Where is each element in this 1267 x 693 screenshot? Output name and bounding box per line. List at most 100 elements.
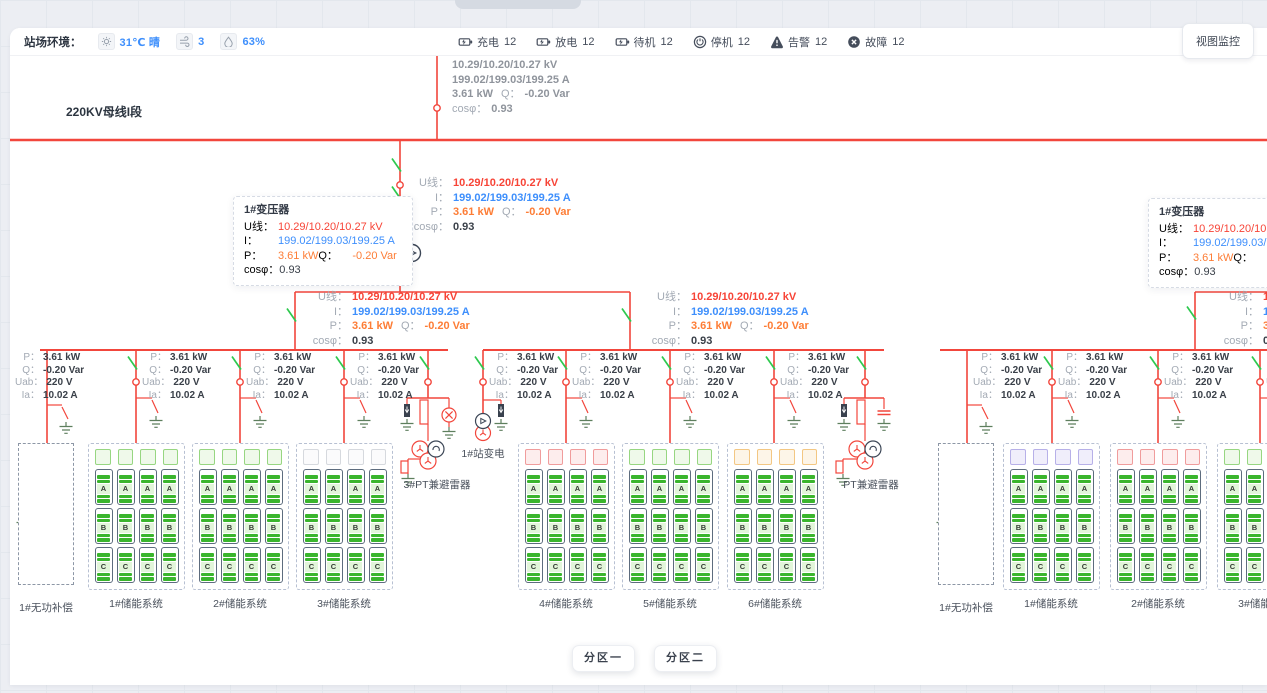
battery-rack-row: CCCC (197, 547, 284, 583)
battery-rack: C (95, 547, 113, 583)
rack-letter: A (223, 484, 236, 494)
value-text: P： (412, 205, 449, 220)
legend-shutdown[interactable]: 停机12 (693, 34, 750, 50)
station-transformer-icon[interactable] (476, 414, 491, 441)
rack-letter: C (653, 562, 666, 572)
value-text: Q： (780, 365, 805, 378)
legend-charge[interactable]: 充电12 (458, 34, 516, 50)
battery-rack: B (1010, 508, 1028, 544)
storage-system[interactable]: AAAABBBBCCCC (192, 443, 289, 590)
value-text: -0.20 Var (1001, 365, 1042, 378)
storage-system[interactable]: AAAABBBBCCCC (727, 443, 824, 590)
value-text: -0.20 Var (517, 365, 558, 378)
junction-node (667, 379, 673, 385)
value-text: U线： (412, 176, 449, 191)
rack-letter: A (97, 484, 110, 494)
storage-system-label: 1#储能系统 (109, 596, 163, 611)
value-text: Uab： (1058, 377, 1086, 390)
value-text: Uab： (15, 377, 43, 390)
storage-system[interactable]: AAAABBBBCCCC (1110, 443, 1207, 590)
storage-system[interactable]: AAAABBBBCCCC (1217, 443, 1267, 590)
pcs-status-row (1224, 449, 1267, 465)
env-title: 站场环境： (24, 34, 82, 50)
arrester-icon (841, 404, 847, 417)
ground-icon (254, 416, 267, 427)
reactive-compensation-box[interactable] (18, 443, 74, 585)
value-text: -0.20 Var (43, 365, 84, 378)
pcs-status-square (548, 449, 564, 465)
storage-system[interactable]: AAAABBBBCCCC (518, 443, 615, 590)
rack-letter: B (571, 523, 584, 533)
legend-discharge[interactable]: 放电12 (536, 34, 594, 50)
battery-rack: C (525, 547, 543, 583)
storage-system[interactable]: AAAABBBBCCCC (296, 443, 393, 590)
storage-system-label: 3#储能系统 (317, 596, 371, 611)
pcs-status-square (593, 449, 609, 465)
legend-alarm[interactable]: 告警12 (770, 34, 827, 50)
pcs-status-square (1247, 449, 1263, 465)
storage-system[interactable]: AAAABBBBCCCC (622, 443, 719, 590)
battery-rack: C (221, 547, 239, 583)
reactive-compensation-box[interactable] (938, 443, 994, 585)
value-text: P： (780, 352, 805, 365)
battery-rack: A (161, 469, 179, 505)
rack-letter: C (780, 562, 793, 572)
battery-rack: C (1032, 547, 1050, 583)
value-text: cosφ： (650, 334, 687, 349)
battery-rack: A (569, 469, 587, 505)
rack-letter: B (349, 523, 362, 533)
value-text: cosφ： (244, 263, 279, 278)
value-text: -0.20 Var (764, 319, 809, 334)
value-text: 220 V (1004, 377, 1030, 390)
value-text: P： (15, 352, 40, 365)
sun-icon (98, 33, 115, 50)
value-text: Ia： (1058, 390, 1083, 403)
value-text: 10.29/10.20/10.27 kV (352, 290, 457, 305)
storage-system[interactable]: AAAABBBBCCCC (1003, 443, 1100, 590)
battery-rack: A (629, 469, 647, 505)
rack-letter: A (758, 484, 771, 494)
value-text: 10.29/10.20/10.27 kV (452, 58, 557, 73)
battery-rack: A (525, 469, 543, 505)
ground-icon (401, 419, 414, 430)
view-monitor-button[interactable]: 视图监控 (1182, 23, 1254, 59)
value-text: U线： (650, 290, 687, 305)
battery-rack-row: BBBB (732, 508, 819, 544)
legend-standby[interactable]: 待机12 (615, 34, 673, 50)
value-text: I： (650, 305, 687, 320)
browser-tab-artifact (455, 0, 581, 9)
battery-rack: A (303, 469, 321, 505)
storage-system[interactable]: AAAABBBBCCCC (88, 443, 185, 590)
battery-rack: C (1224, 547, 1242, 583)
value-text: 10.29/10.20/10.27 kV (1263, 290, 1267, 305)
rack-letter: A (593, 484, 606, 494)
legend-fault[interactable]: 故障12 (847, 34, 904, 50)
zone2-button[interactable]: 分区二 (654, 645, 717, 672)
storage-system-label: 5#储能系统 (643, 596, 697, 611)
value-text: 3.61 kW (517, 352, 554, 365)
value-text: 3.61 kW (352, 319, 393, 334)
indicator-icon (442, 408, 456, 422)
rack-letter: C (675, 562, 688, 572)
battery-rack: B (734, 508, 752, 544)
rack-letter: C (97, 562, 110, 572)
pcs-status-row (95, 449, 178, 465)
zone1-button[interactable]: 分区一 (572, 645, 635, 672)
value-text: U线： (1159, 222, 1193, 237)
rack-letter: C (1119, 562, 1132, 572)
pcs-status-row (1117, 449, 1200, 465)
env-humidity: 63% (242, 36, 265, 48)
value-text: Ia： (1164, 390, 1189, 403)
value-text: cosφ： (412, 220, 449, 235)
value-text: -0.20 Var (352, 249, 396, 264)
pcs-status-square (570, 449, 586, 465)
battery-rack: C (695, 547, 713, 583)
value-text: Ia： (350, 390, 375, 403)
feeder-measurements: U线：10.29/10.20/10.27 kVI：199.02/199.03/1… (1222, 290, 1267, 348)
battery-rack: B (1161, 508, 1179, 544)
rack-letter: C (371, 562, 384, 572)
value-text: I： (1159, 236, 1193, 251)
ground-icon (684, 416, 697, 427)
battery-rack: B (629, 508, 647, 544)
value-text: Uab： (246, 377, 274, 390)
